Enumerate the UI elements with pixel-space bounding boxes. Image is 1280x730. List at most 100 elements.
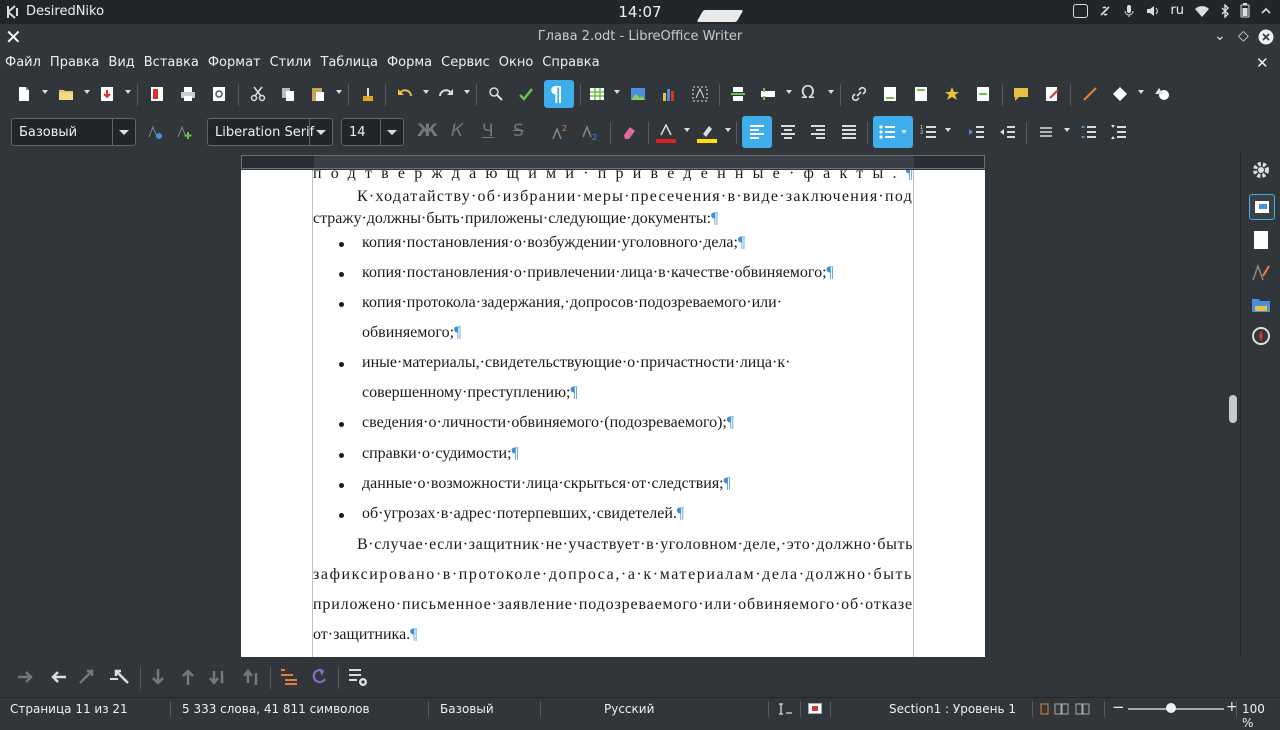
paragraph-line[interactable]: К·ходатайству·об·избрании·меры·пресечени… xyxy=(357,188,913,206)
zoom-out-icon[interactable]: − xyxy=(1112,698,1125,716)
save-button[interactable] xyxy=(95,82,119,106)
font-size-dropdown-icon[interactable] xyxy=(380,119,403,145)
move-chapter-up-icon[interactable] xyxy=(240,667,262,687)
subscript-button[interactable]: 2 xyxy=(578,120,602,144)
sidebar-gallery-button[interactable] xyxy=(1249,292,1273,316)
font-size-combo[interactable]: 14 xyxy=(341,118,404,146)
menu-table[interactable]: Таблица xyxy=(315,52,382,74)
formatting-marks-button[interactable]: ¶ xyxy=(544,80,574,108)
clone-formatting-button[interactable] xyxy=(356,82,380,106)
move-down-icon[interactable] xyxy=(148,667,168,687)
strikethrough-icon[interactable]: S xyxy=(513,121,524,141)
promote-outline-icon[interactable] xyxy=(48,667,68,687)
unordered-list-button[interactable] xyxy=(873,116,913,148)
ordered-list-button[interactable]: 12 xyxy=(916,120,940,144)
insert-chart-button[interactable] xyxy=(657,82,681,106)
window-close-icon[interactable] xyxy=(1258,29,1274,45)
paragraph-line[interactable]: подтверждающими·приведенные·факты.¶ xyxy=(313,170,922,183)
paragraph-style-dropdown-icon[interactable] xyxy=(112,119,135,145)
clear-formatting-button[interactable] xyxy=(617,120,641,144)
line-spacing-button[interactable] xyxy=(1034,120,1058,144)
font-color-dropdown-icon[interactable] xyxy=(684,128,690,132)
vertical-scrollbar-thumb[interactable] xyxy=(1229,395,1237,423)
table-dropdown-icon[interactable] xyxy=(614,90,620,94)
menu-window[interactable]: Окно xyxy=(494,52,538,74)
export-pdf-button[interactable] xyxy=(145,82,169,106)
restart-numbering-icon[interactable] xyxy=(309,667,329,687)
promote-chapter-icon[interactable] xyxy=(108,667,130,687)
insert-mode-icon[interactable] xyxy=(778,702,794,716)
zoom-level-status[interactable]: 100 % xyxy=(1242,702,1280,730)
word-count-status[interactable]: 5 333 слова, 41 811 символов xyxy=(182,702,370,716)
align-left-button[interactable] xyxy=(742,116,772,148)
list-item-line[interactable]: копия·постановления·о·возбуждении·уголов… xyxy=(362,234,745,252)
language-status[interactable]: Русский xyxy=(604,702,654,716)
demote-chapter-icon[interactable] xyxy=(78,667,98,687)
highlight-color-button[interactable] xyxy=(695,120,719,144)
insert-table-button[interactable] xyxy=(585,82,609,106)
menu-form[interactable]: Форма xyxy=(382,52,436,74)
battery-icon[interactable] xyxy=(1240,3,1250,18)
insert-footnote-button[interactable] xyxy=(878,82,902,106)
menu-insert[interactable]: Вставка xyxy=(139,52,203,74)
move-chapter-down-icon[interactable] xyxy=(208,667,230,687)
paragraph-line[interactable]: приложено·письменное·заявление·подозрева… xyxy=(313,596,913,614)
wifi-icon[interactable] xyxy=(1194,4,1210,18)
paste-dropdown-icon[interactable] xyxy=(336,90,342,94)
font-color-button[interactable] xyxy=(654,120,678,144)
spelling-button[interactable] xyxy=(514,82,538,106)
cut-button[interactable] xyxy=(246,82,270,106)
draw-functions-button[interactable] xyxy=(1150,82,1174,106)
insert-unnumbered-entry-icon[interactable] xyxy=(279,667,299,687)
page-layout-icons[interactable] xyxy=(1040,702,1096,716)
special-character-dropdown-icon[interactable] xyxy=(828,90,834,94)
zoom-slider-knob[interactable] xyxy=(1166,703,1177,713)
menu-view[interactable]: Вид xyxy=(103,52,138,74)
list-item-line[interactable]: иные·материалы,·свидетельствующие·о·прич… xyxy=(362,354,790,372)
increase-indent-button[interactable] xyxy=(964,120,988,144)
bold-icon[interactable]: Ж xyxy=(417,121,438,141)
microphone-icon[interactable] xyxy=(1122,4,1136,18)
field-dropdown-icon[interactable] xyxy=(786,90,792,94)
zoom-slider[interactable] xyxy=(1128,708,1224,710)
insert-textbox-button[interactable] xyxy=(688,82,712,106)
paragraph-line[interactable]: стражу·должны·быть·приложены·следующие·д… xyxy=(313,210,718,228)
paragraph-line[interactable]: зафиксировано·в·протоколе·допроса,·а·к·м… xyxy=(313,566,913,584)
justify-button[interactable] xyxy=(837,120,861,144)
insert-special-character-button[interactable]: Ω xyxy=(798,82,822,106)
insert-hyperlink-button[interactable] xyxy=(847,82,871,106)
maximize-icon[interactable]: ◇ xyxy=(1238,28,1249,44)
update-style-button[interactable] xyxy=(143,120,167,144)
insert-image-button[interactable] xyxy=(626,82,650,106)
track-changes-button[interactable] xyxy=(1040,82,1064,106)
list-item-line[interactable]: сведения·о·личности·обвиняемого·(подозре… xyxy=(362,414,734,432)
list-item-line[interactable]: данные·о·возможности·лица·скрыться·от·сл… xyxy=(362,475,731,493)
print-preview-button[interactable] xyxy=(207,82,231,106)
insert-bookmark-button[interactable] xyxy=(940,82,964,106)
line-spacing-dropdown-icon[interactable] xyxy=(1064,128,1070,132)
ordered-list-dropdown-icon[interactable] xyxy=(945,128,951,132)
list-item-line[interactable]: копия·постановления·о·привлечении·лица·в… xyxy=(362,264,834,282)
find-replace-button[interactable] xyxy=(484,82,508,106)
keyboard-layout[interactable]: ru xyxy=(1170,3,1184,18)
menu-file[interactable]: Файл xyxy=(0,52,45,74)
copy-button[interactable] xyxy=(276,82,300,106)
sidebar-properties-button[interactable] xyxy=(1249,194,1275,220)
menu-format[interactable]: Формат xyxy=(203,52,265,74)
horizontal-ruler[interactable] xyxy=(241,155,985,169)
new-document-button[interactable] xyxy=(12,82,36,106)
page-number-status[interactable]: Страница 11 из 21 xyxy=(10,702,128,716)
superscript-button[interactable]: 2 xyxy=(548,120,572,144)
new-style-button[interactable] xyxy=(172,120,196,144)
insert-cross-reference-button[interactable] xyxy=(971,82,995,106)
undo-dropdown-icon[interactable] xyxy=(423,90,429,94)
new-dropdown-icon[interactable] xyxy=(42,90,48,94)
insert-comment-button[interactable] xyxy=(1009,82,1033,106)
font-name-combo[interactable]: Liberation Serif xyxy=(207,118,333,146)
paragraph-line[interactable]: от·защитника.¶ xyxy=(313,626,417,644)
redo-dropdown-icon[interactable] xyxy=(464,90,470,94)
insert-field-button[interactable] xyxy=(756,82,780,106)
basic-shapes-button[interactable] xyxy=(1108,82,1132,106)
undo-button[interactable] xyxy=(393,82,417,106)
document-modified-icon[interactable] xyxy=(808,703,822,714)
